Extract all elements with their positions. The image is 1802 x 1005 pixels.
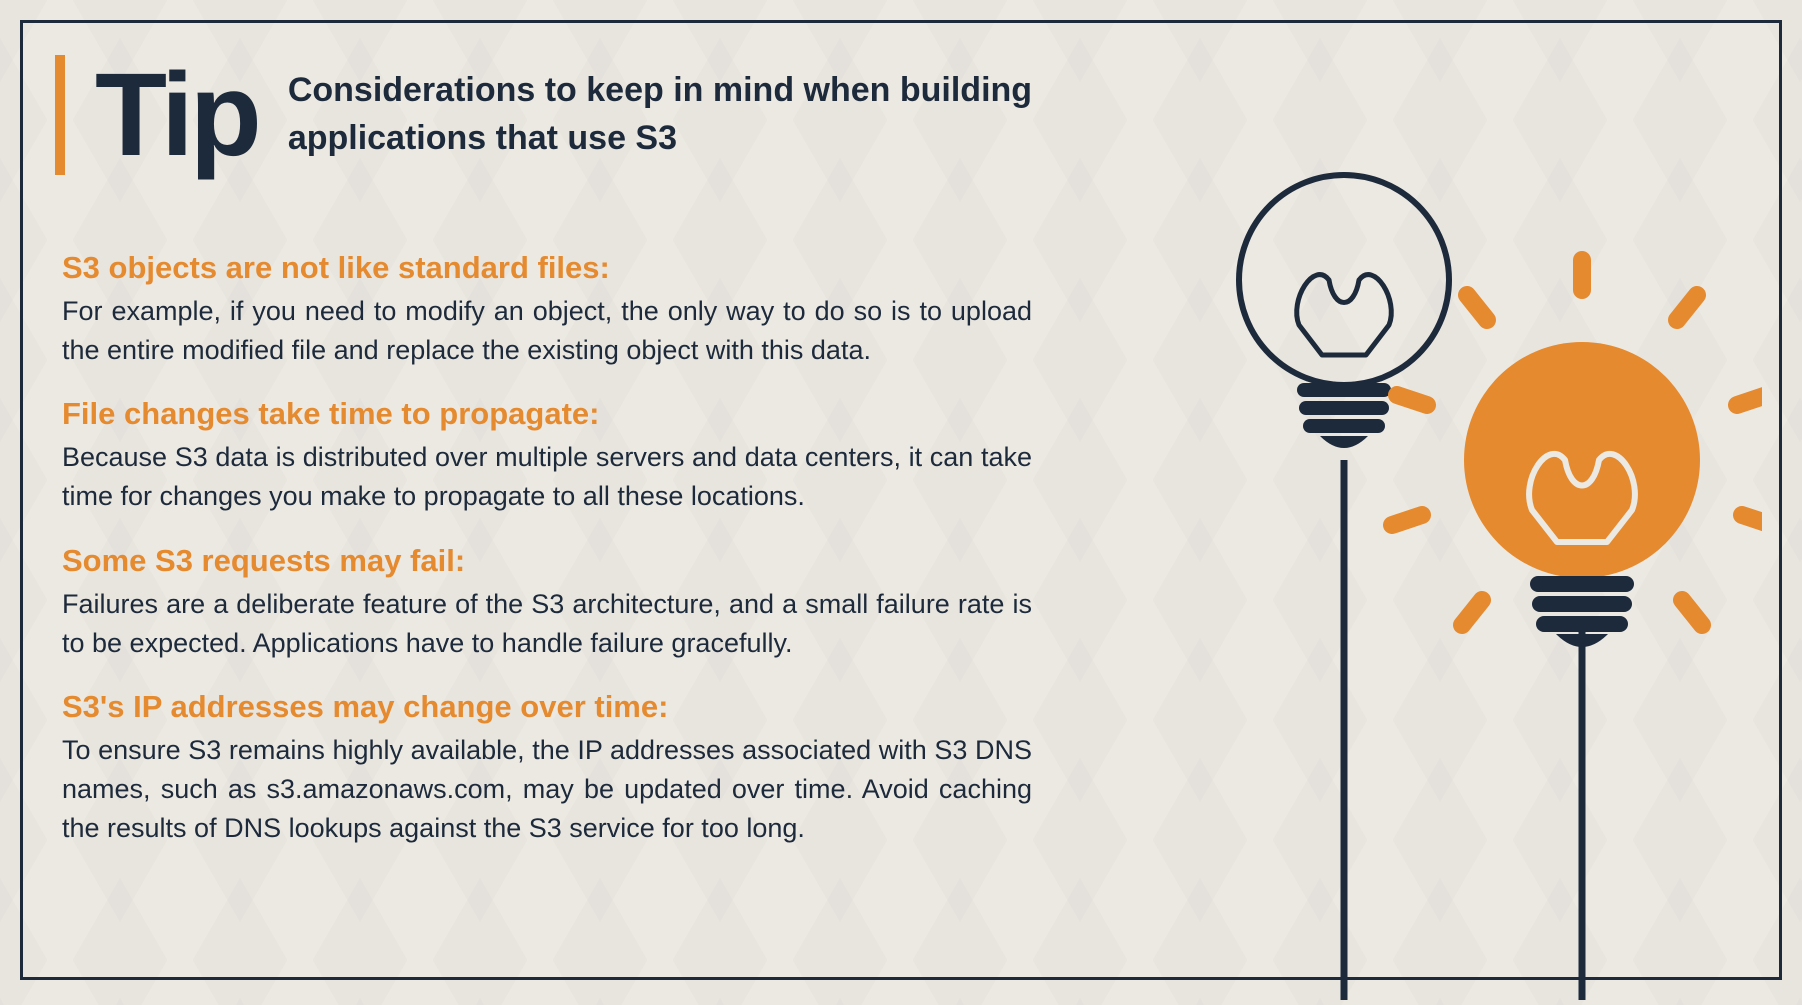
section-3: Some S3 requests may fail: Failures are … [62, 543, 1032, 663]
section-body: Failures are a deliberate feature of the… [62, 585, 1032, 663]
tip-label: Tip [95, 56, 258, 174]
header: Tip Considerations to keep in mind when … [55, 55, 1048, 175]
section-body: For example, if you need to modify an ob… [62, 292, 1032, 370]
section-body: Because S3 data is distributed over mult… [62, 438, 1032, 516]
section-title: File changes take time to propagate: [62, 396, 1032, 432]
section-title: S3 objects are not like standard files: [62, 250, 1032, 286]
section-title: S3's IP addresses may change over time: [62, 689, 1032, 725]
content: S3 objects are not like standard files: … [62, 250, 1032, 874]
section-4: S3's IP addresses may change over time: … [62, 689, 1032, 848]
section-2: File changes take time to propagate: Bec… [62, 396, 1032, 516]
subtitle: Considerations to keep in mind when buil… [288, 67, 1048, 162]
section-body: To ensure S3 remains highly available, t… [62, 731, 1032, 848]
section-1: S3 objects are not like standard files: … [62, 250, 1032, 370]
section-title: Some S3 requests may fail: [62, 543, 1032, 579]
accent-bar [55, 55, 65, 175]
